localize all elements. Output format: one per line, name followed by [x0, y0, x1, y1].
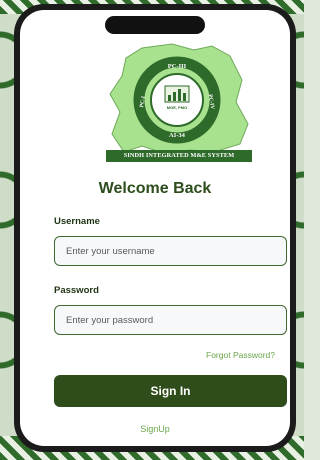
- username-label: Username: [54, 216, 100, 227]
- logo-ring-top-text: PC-III: [168, 63, 187, 70]
- logo-center-text: MGE, PMO: [167, 105, 187, 110]
- page-title: Welcome Back: [98, 180, 212, 197]
- logo-caption: SINDH INTEGRATED M&E SYSTEM: [106, 150, 252, 162]
- phone-frame: PC-III AI-34 PC-I PC-IV MGE, PMO SINDH I…: [14, 4, 296, 452]
- sign-in-button[interactable]: Sign In: [54, 375, 287, 407]
- password-input[interactable]: [54, 305, 287, 335]
- forgot-password-link[interactable]: Forgot Password?: [206, 350, 275, 360]
- login-screen: PC-III AI-34 PC-I PC-IV MGE, PMO SINDH I…: [20, 10, 290, 446]
- password-label: Password: [54, 285, 99, 296]
- phone-notch: [105, 16, 205, 34]
- logo-ring-bottom-text: AI-34: [169, 132, 186, 139]
- username-input[interactable]: [54, 236, 287, 266]
- sign-up-link[interactable]: SignUp: [20, 424, 290, 434]
